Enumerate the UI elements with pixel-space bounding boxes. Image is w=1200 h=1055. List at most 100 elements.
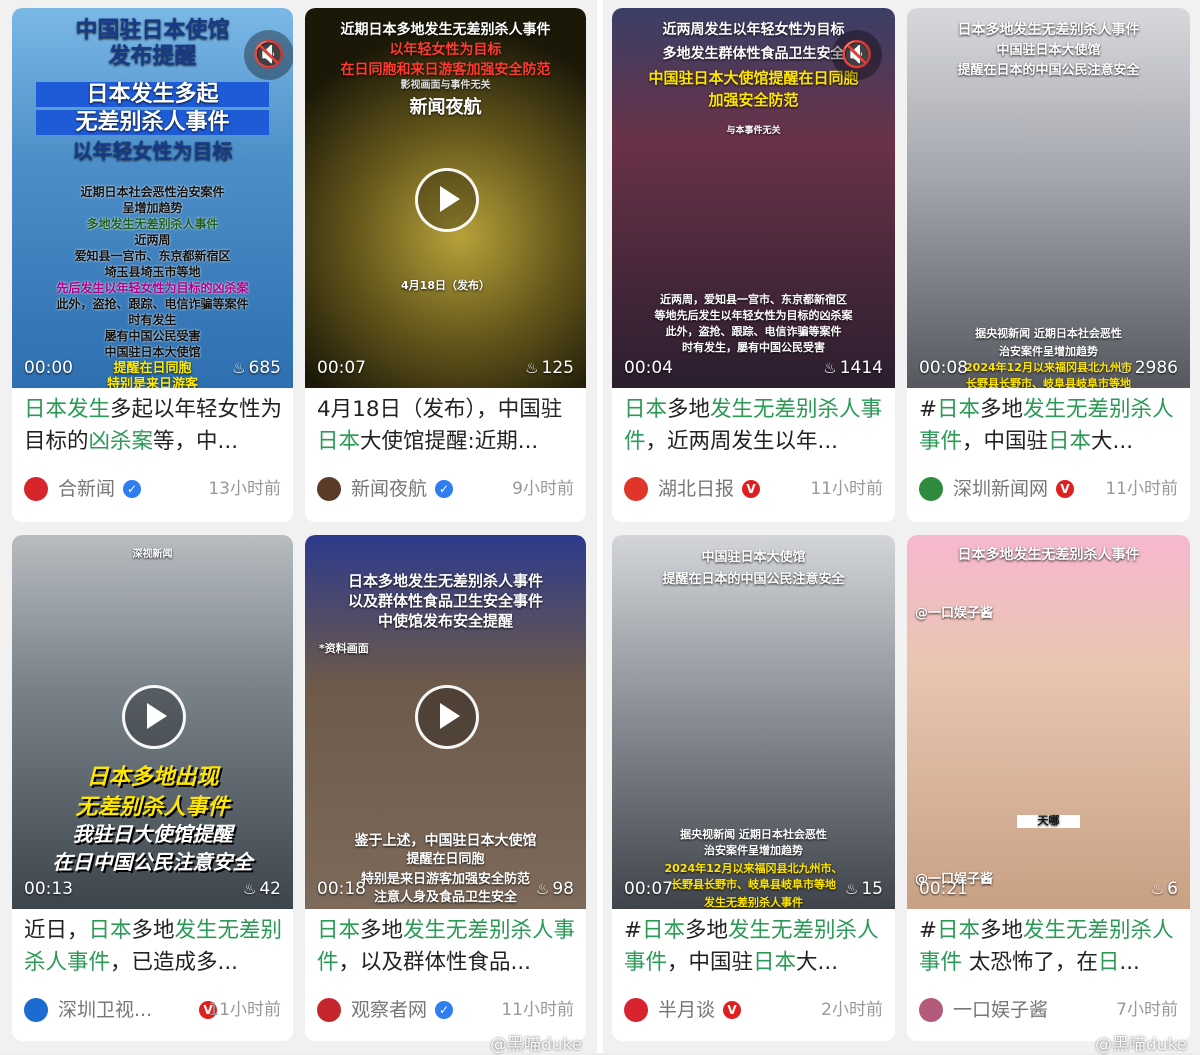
author-avatar[interactable]: [317, 477, 341, 501]
video-card[interactable]: 近两周发生以年轻女性为目标 多地发生群体性食品卫生安全 中国驻日本大使馆提醒在日同胞…: [612, 8, 895, 522]
title-text: ，已造成多...: [110, 950, 239, 975]
author-name[interactable]: 合新闻: [58, 476, 115, 502]
like-count-value: 6: [1167, 879, 1178, 899]
author-name[interactable]: 一口娱子酱: [953, 997, 1048, 1023]
overlay-line: 2024年12月以来福冈县北九州市、: [664, 862, 843, 875]
title-text: #: [919, 397, 938, 422]
flame-icon: ♨: [242, 880, 257, 898]
play-icon[interactable]: [415, 168, 479, 232]
overlay-line: 埼玉县埼玉市等地: [104, 265, 201, 279]
video-title[interactable]: 4月18日（发布），中国驻日本大使馆提醒:近期...: [317, 394, 576, 458]
mute-icon[interactable]: 🔇: [244, 30, 293, 80]
video-card[interactable]: 近期日本多地发生无差别杀人事件 以年轻女性为目标 在日同胞和来日游客加强安全防范 影视…: [305, 8, 586, 522]
overlay-line: 日本多地出现: [86, 765, 219, 790]
post-time: 11小时前: [501, 1000, 574, 1020]
verified-red-icon: V: [723, 1001, 741, 1019]
video-duration: 00:13: [24, 879, 73, 899]
verified-blue-icon: ✓: [435, 1001, 453, 1019]
video-duration: 00:00: [24, 358, 73, 378]
like-count: ♨ 685: [232, 358, 281, 378]
title-text: 等，中...: [153, 429, 239, 454]
title-text: 多地: [131, 918, 175, 943]
video-thumbnail[interactable]: 日本多地发生无差别杀人事件 以及群体性食品卫生安全事件 中使馆发布安全提醒 *资料画面…: [305, 535, 586, 909]
video-title[interactable]: 日本多地发生无差别杀人事件，近两周发生以年...: [624, 394, 885, 458]
play-icon[interactable]: [415, 685, 479, 749]
author-avatar[interactable]: [24, 998, 48, 1022]
author-avatar[interactable]: [919, 998, 943, 1022]
title-keyword: 日本: [937, 397, 981, 422]
author-avatar[interactable]: [24, 477, 48, 501]
overlay-line: 时有发生: [128, 313, 177, 327]
title-keyword: 日本: [624, 397, 668, 422]
video-card[interactable]: 深视新闻 日本多地出现 无差别杀人事件 我驻日大使馆提醒 在日中国公民注意安全 00:13…: [12, 535, 293, 1041]
video-card[interactable]: 日本多地发生无差别杀人事件 @一口娱子酱 天哪 @一口娱子酱 00:21 ♨ 6 #日本多地发…: [907, 535, 1190, 1041]
overlay-line: 提醒在日本的中国公民注意安全: [662, 572, 845, 587]
verified-blue-icon: ✓: [435, 480, 453, 498]
like-count: ♨ 42: [243, 879, 281, 899]
video-thumbnail[interactable]: 中国驻日本使馆 发布提醒 日本发生多起 无差别杀人事件 以年轻女性为目标 近期日本社会恶性…: [12, 8, 293, 388]
video-title[interactable]: #日本多地发生无差别杀人事件，中国驻日本大...: [624, 915, 885, 979]
title-text: ，以及群体性食品...: [338, 950, 532, 975]
title-keyword: 日本: [753, 950, 797, 975]
overlay-line: 日本多地发生无差别杀人事件: [347, 572, 543, 590]
author-name[interactable]: 湖北日报: [658, 476, 734, 502]
overlay-line: 多地发生无差别杀人事件: [86, 217, 219, 231]
weibo-watermark-right: @黑喵duke: [1095, 1035, 1188, 1055]
video-card[interactable]: 中国驻日本大使馆 提醒在日本的中国公民注意安全 据央视新闻 近期日本社会恶性 治安案件…: [612, 535, 895, 1041]
flame-icon: ♨: [1150, 880, 1165, 898]
author-avatar[interactable]: [624, 477, 648, 501]
video-thumbnail[interactable]: 日本多地发生无差别杀人事件 中国驻日本大使馆 提醒在日本的中国公民注意安全 据央视新闻…: [907, 8, 1190, 388]
overlay-line: 与本事件无关: [726, 126, 781, 136]
title-keyword: 日本: [88, 918, 132, 943]
post-time: 13小时前: [208, 479, 281, 499]
author-name[interactable]: 深圳卫视...: [58, 997, 152, 1023]
video-duration: 00:04: [624, 358, 673, 378]
like-count: ♨ 98: [536, 879, 574, 899]
video-thumbnail[interactable]: 中国驻日本大使馆 提醒在日本的中国公民注意安全 据央视新闻 近期日本社会恶性 治安案件…: [612, 535, 895, 909]
overlay-line: 爱知县一宫市、东京都新宿区: [74, 249, 231, 263]
author-avatar[interactable]: [317, 998, 341, 1022]
title-text: ，中国驻: [962, 429, 1049, 454]
author-name[interactable]: 半月谈: [658, 997, 715, 1023]
video-card[interactable]: 中国驻日本使馆 发布提醒 日本发生多起 无差别杀人事件 以年轻女性为目标 近期日本社会恶性…: [12, 8, 293, 522]
overlay-line: 近期日本社会恶性治安案件: [80, 185, 225, 199]
overlay-line: 无差别杀人事件: [75, 795, 230, 820]
video-title[interactable]: 日本多地发生无差别杀人事件，以及群体性食品...: [317, 915, 576, 979]
title-keyword: 发生无差别杀: [1023, 397, 1153, 422]
author-name[interactable]: 深圳新闻网: [953, 476, 1048, 502]
overlay-line: 我驻日大使馆提醒: [72, 822, 233, 846]
author-avatar[interactable]: [919, 477, 943, 501]
video-thumbnail[interactable]: 近两周发生以年轻女性为目标 多地发生群体性食品卫生安全 中国驻日本大使馆提醒在日同胞…: [612, 8, 895, 388]
title-text: 多地: [685, 918, 729, 943]
video-card[interactable]: 日本多地发生无差别杀人事件 中国驻日本大使馆 提醒在日本的中国公民注意安全 据央视新闻…: [907, 8, 1190, 522]
author-avatar[interactable]: [624, 998, 648, 1022]
video-card[interactable]: 日本多地发生无差别杀人事件 以及群体性食品卫生安全事件 中使馆发布安全提醒 *资料画面…: [305, 535, 586, 1041]
video-duration: 00:21: [919, 879, 968, 899]
video-thumbnail[interactable]: 日本多地发生无差别杀人事件 @一口娱子酱 天哪 @一口娱子酱 00:21 ♨ 6: [907, 535, 1190, 909]
title-text: 多地: [980, 918, 1024, 943]
play-icon[interactable]: [122, 685, 186, 749]
title-text: 多地: [980, 397, 1024, 422]
post-time: 11小时前: [1105, 479, 1178, 499]
author-name[interactable]: 新闻夜航: [351, 476, 427, 502]
title-keyword: 日本: [317, 918, 361, 943]
video-title[interactable]: 日本发生多起以年轻女性为目标的凶杀案等，中...: [24, 394, 283, 458]
overlay-line: 日本多地发生无差别杀人事件: [957, 547, 1140, 563]
video-thumbnail[interactable]: 近期日本多地发生无差别杀人事件 以年轻女性为目标 在日同胞和来日游客加强安全防范 影视…: [305, 8, 586, 388]
title-text: ，近两周发生以年...: [645, 429, 839, 454]
overlay-line: 屡有中国公民受害: [104, 329, 201, 343]
video-title[interactable]: #日本多地发生无差别杀人事件，中国驻日本大...: [919, 394, 1180, 458]
video-meta: 一口娱子酱 7小时前: [919, 997, 1178, 1023]
mute-icon[interactable]: 🔇: [832, 30, 882, 80]
like-count-value: 125: [541, 358, 574, 378]
title-text: #: [919, 918, 938, 943]
post-time: 7小时前: [1116, 1000, 1178, 1020]
video-title[interactable]: 近日，日本多地发生无差别杀人事件，已造成多...: [24, 915, 283, 979]
video-title[interactable]: #日本多地发生无差别杀人事件 太恐怖了，在日...: [919, 915, 1180, 979]
video-meta: 深圳卫视... V 11小时前: [24, 997, 281, 1023]
like-count-value: 42: [259, 879, 281, 899]
title-keyword: 日: [1097, 950, 1120, 975]
overlay-line: 呈增加趋势: [122, 201, 183, 215]
video-thumbnail[interactable]: 深视新闻 日本多地出现 无差别杀人事件 我驻日大使馆提醒 在日中国公民注意安全 00:13…: [12, 535, 293, 909]
author-name[interactable]: 观察者网: [351, 997, 427, 1023]
